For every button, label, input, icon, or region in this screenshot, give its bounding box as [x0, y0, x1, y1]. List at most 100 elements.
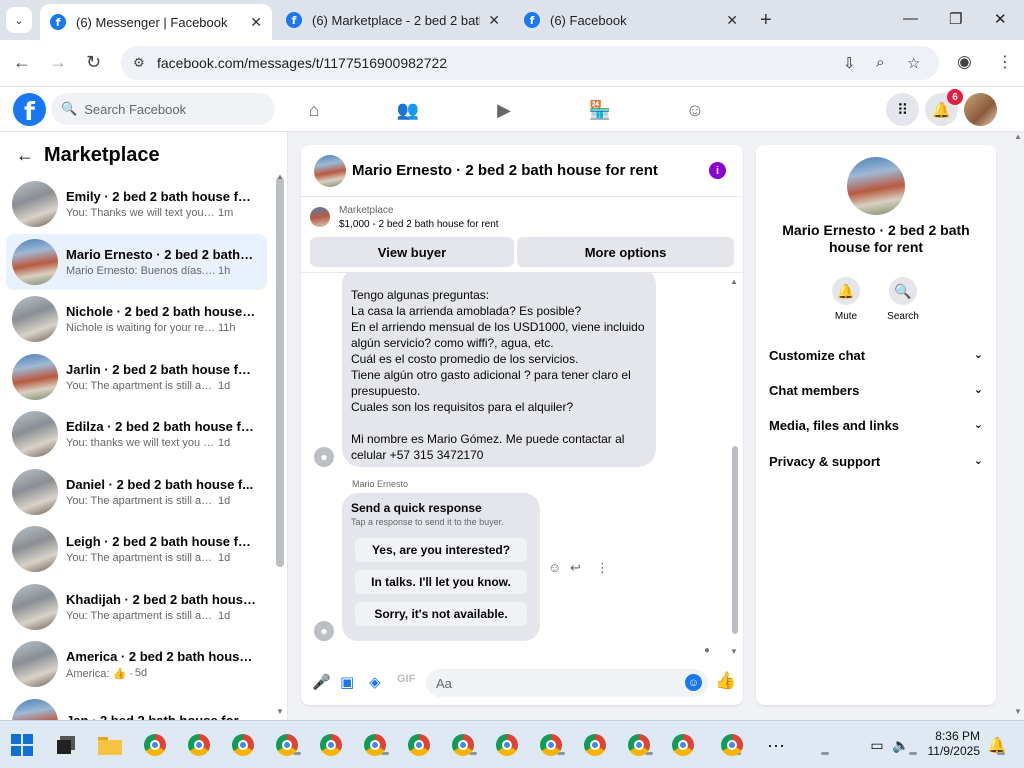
- reply-icon[interactable]: ↩: [570, 560, 581, 576]
- react-emoji-icon[interactable]: ☺: [548, 560, 561, 575]
- watch-icon[interactable]: ▶: [491, 97, 517, 123]
- scroll-up-icon[interactable]: ▲: [276, 172, 284, 181]
- chrome-window-icon[interactable]: [538, 732, 564, 758]
- view-buyer-button[interactable]: View buyer: [310, 237, 514, 267]
- conversation-item[interactable]: Jarlin · 2 bed 2 bath house for r... You:…: [6, 349, 267, 405]
- conversation-item[interactable]: Leigh · 2 bed 2 bath house for r... You: …: [6, 521, 267, 577]
- back-button[interactable]: ←: [13, 52, 31, 73]
- friends-icon[interactable]: 👥: [395, 97, 421, 123]
- home-icon[interactable]: ⌂: [301, 97, 327, 123]
- site-settings-icon[interactable]: ⚙: [133, 55, 153, 71]
- conversation-item[interactable]: America · 2 bed 2 bath house fo... Americ…: [6, 636, 267, 692]
- task-view-icon[interactable]: [53, 732, 79, 758]
- conversation-list-scrollbar[interactable]: [276, 177, 284, 567]
- notification-center-icon[interactable]: 🔔: [984, 732, 1010, 758]
- more-actions-icon[interactable]: ⋮: [596, 560, 609, 576]
- privacy-support-section[interactable]: Privacy & support ⌄: [769, 454, 983, 469]
- address-bar[interactable]: ⚙ facebook.com/messages/t/11775169009827…: [121, 46, 939, 80]
- minimize-button[interactable]: —: [903, 10, 918, 27]
- quick-response-option[interactable]: In talks. I'll let you know.: [355, 570, 527, 594]
- conversation-item[interactable]: Khadijah · 2 bed 2 bath house f... You: T…: [6, 579, 267, 635]
- chrome-window-icon[interactable]: [626, 732, 652, 758]
- new-tab-button[interactable]: +: [760, 9, 772, 32]
- conversation-item[interactable]: Daniel · 2 bed 2 bath house f... You: The…: [6, 464, 267, 520]
- system-clock[interactable]: 8:36 PM 11/9/2025: [922, 729, 981, 759]
- emoji-icon[interactable]: ☺: [685, 674, 702, 691]
- windows-start-icon[interactable]: [9, 732, 35, 758]
- chrome-window-icon[interactable]: [406, 732, 829, 758]
- sticker-icon[interactable]: ◈: [369, 673, 381, 691]
- page-scrollbar[interactable]: ▲ ▼: [1012, 132, 1024, 720]
- reload-button[interactable]: ↻: [86, 52, 101, 73]
- conversation-item[interactable]: Edilza · 2 bed 2 bath house fo... You: th…: [6, 406, 267, 462]
- chrome-window-icon[interactable]: [582, 732, 608, 758]
- file-explorer-icon[interactable]: [97, 732, 123, 758]
- tab-facebook[interactable]: f (6) Facebook ✕: [514, 4, 748, 36]
- chrome-window-icon[interactable]: [230, 732, 477, 758]
- tab-messenger[interactable]: f (6) Messenger | Facebook ✕: [40, 4, 272, 40]
- sender-avatar[interactable]: ●: [314, 621, 334, 641]
- more-apps-icon[interactable]: ···: [763, 732, 789, 758]
- search-conversation-button[interactable]: 🔍 Search: [873, 277, 933, 322]
- info-icon[interactable]: i: [709, 162, 726, 179]
- scroll-down-icon[interactable]: ▼: [1014, 707, 1022, 716]
- chat-members-section[interactable]: Chat members ⌄: [769, 383, 983, 398]
- listing-thumbnail[interactable]: [310, 207, 330, 227]
- quick-response-option[interactable]: Yes, are you interested?: [355, 538, 527, 562]
- chrome-window-icon[interactable]: [274, 732, 565, 758]
- conversation-item[interactable]: Emily · 2 bed 2 bath house for r... You: …: [6, 176, 267, 232]
- contact-avatar[interactable]: [847, 157, 905, 215]
- scroll-up-icon[interactable]: ▲: [730, 277, 738, 286]
- chrome-window-icon[interactable]: [362, 732, 741, 758]
- more-options-button[interactable]: More options: [517, 237, 734, 267]
- scroll-up-icon[interactable]: ▲: [1014, 132, 1022, 141]
- gif-icon[interactable]: GIF: [397, 673, 415, 685]
- customize-chat-section[interactable]: Customize chat ⌄: [769, 348, 983, 363]
- marketplace-icon[interactable]: 🏪: [587, 97, 613, 123]
- message-scrollbar[interactable]: [732, 446, 738, 634]
- facebook-logo[interactable]: f: [13, 93, 46, 126]
- chrome-window-icon[interactable]: [494, 732, 1005, 758]
- close-window-button[interactable]: ✕: [994, 10, 1007, 28]
- account-avatar[interactable]: [964, 93, 997, 126]
- chrome-window-icon[interactable]: [186, 732, 389, 758]
- conversation-item[interactable]: Jan · 2 bed 2 bath house for rent: [6, 694, 267, 720]
- listing-price[interactable]: $1,000 - 2 bed 2 bath house for rent: [339, 219, 499, 230]
- facebook-search-input[interactable]: 🔍 Search Facebook: [51, 93, 275, 125]
- tab-marketplace[interactable]: f (6) Marketplace - 2 bed 2 bath ✕: [276, 4, 510, 36]
- chrome-window-icon[interactable]: [142, 732, 301, 758]
- volume-icon[interactable]: 🔈: [888, 732, 914, 758]
- chrome-window-icon[interactable]: [318, 732, 653, 758]
- microphone-icon[interactable]: 🎤: [312, 673, 331, 691]
- forward-button[interactable]: →: [49, 52, 67, 73]
- chat-title[interactable]: Mario Ernesto · 2 bed 2 bath house for r…: [352, 162, 658, 179]
- mute-button[interactable]: 🔔 Mute: [816, 277, 876, 322]
- scroll-down-icon[interactable]: ▼: [730, 647, 738, 656]
- restore-button[interactable]: ❐: [949, 10, 962, 28]
- chrome-window-icon[interactable]: [450, 732, 917, 758]
- message-input[interactable]: Aa: [426, 669, 708, 697]
- quick-response-option[interactable]: Sorry, it's not available.: [355, 602, 527, 626]
- chrome-window-icon[interactable]: [670, 732, 696, 758]
- like-thumb-icon[interactable]: 👍: [715, 671, 736, 691]
- close-tab-icon[interactable]: ✕: [726, 12, 738, 29]
- sender-avatar[interactable]: ●: [314, 447, 334, 467]
- menu-grid-icon[interactable]: ⠿: [886, 93, 919, 126]
- network-icon[interactable]: ▭: [864, 732, 890, 758]
- photo-icon[interactable]: ▣: [340, 673, 354, 691]
- bookmark-star-icon[interactable]: ☆: [907, 54, 920, 72]
- close-tab-icon[interactable]: ✕: [250, 14, 262, 31]
- media-files-links-section[interactable]: Media, files and links ⌄: [769, 418, 983, 433]
- install-app-icon[interactable]: ⇩: [843, 54, 856, 72]
- groups-icon[interactable]: ☺: [682, 97, 708, 123]
- browser-menu-icon[interactable]: ⋮: [997, 52, 1013, 72]
- chat-avatar[interactable]: [314, 154, 346, 187]
- conversation-item[interactable]: Nichole · 2 bed 2 bath house fo... Nichol…: [6, 291, 267, 347]
- conversation-item[interactable]: Mario Ernesto · 2 bed 2 bath ho... Mario …: [6, 233, 267, 290]
- close-tab-icon[interactable]: ✕: [488, 12, 500, 29]
- scroll-down-icon[interactable]: ▼: [276, 707, 284, 716]
- chrome-window-icon[interactable]: [719, 732, 745, 758]
- zoom-icon[interactable]: ⌕: [876, 54, 884, 71]
- back-arrow-icon[interactable]: ←: [16, 145, 34, 166]
- profile-icon[interactable]: ◉: [957, 52, 972, 72]
